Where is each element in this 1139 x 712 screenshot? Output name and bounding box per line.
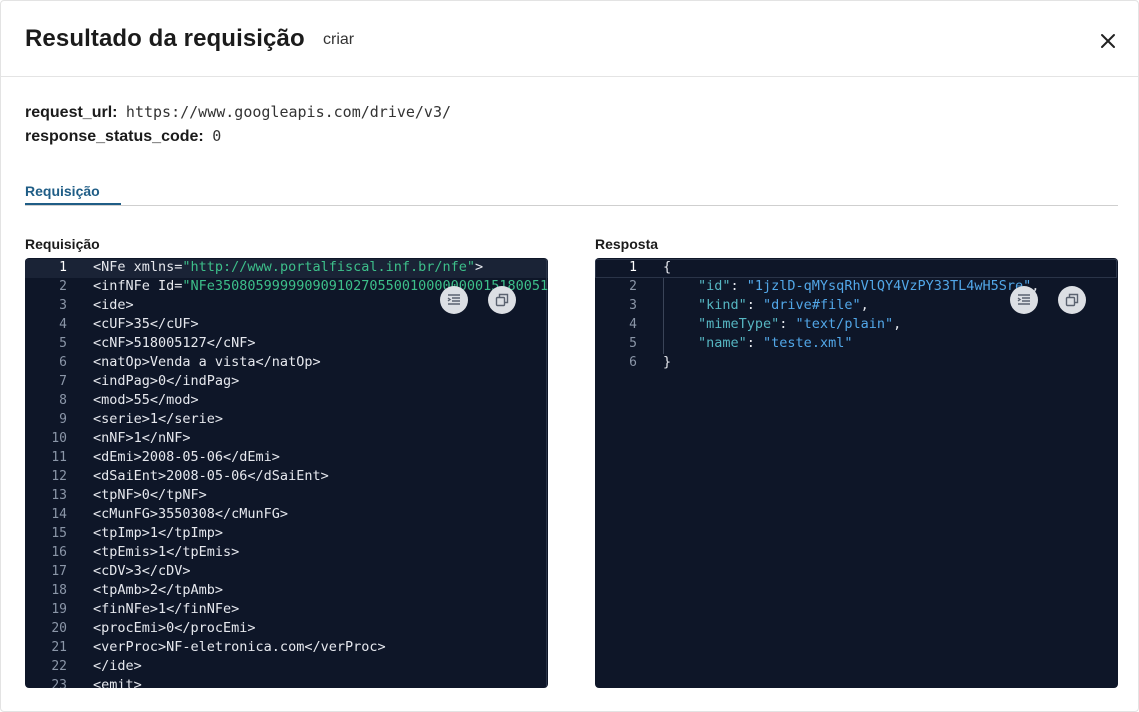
code-line: <NFe xmlns="http://www.portalfiscal.inf.…	[93, 259, 484, 275]
code-line: <cMunFG>3550308</cMunFG>	[93, 506, 289, 522]
line-number: 13	[51, 488, 67, 503]
json-entry: "id": "1jzlD-qMYsqRhVlQY4VzPY33TL4wH5Sre…	[698, 278, 1040, 294]
format-icon	[447, 294, 460, 305]
close-button[interactable]	[1097, 30, 1119, 52]
request-panel-label: Requisição	[25, 236, 100, 252]
line-number: 1	[629, 260, 637, 275]
response-code-editor[interactable]: 1 2 3 4 5 6 { "id": "1jzlD-qMYsqRhVlQY4VzPY33…	[595, 258, 1118, 688]
request-url-value: https://www.googleapis.com/drive/v3/	[125, 103, 452, 121]
code-line: <emit>	[93, 677, 142, 688]
code-line: <nNF>1</nNF>	[93, 430, 191, 446]
code-line: <natOp>Venda a vista</natOp>	[93, 354, 321, 370]
editor-scroll-edge	[546, 258, 547, 688]
line-number: 18	[51, 583, 67, 598]
line-number: 11	[51, 450, 67, 465]
code-line: }	[663, 354, 672, 370]
copy-button[interactable]	[1058, 286, 1086, 314]
format-button[interactable]	[1010, 286, 1038, 314]
code-line: <finNFe>1</finNFe>	[93, 601, 240, 617]
line-number: 6	[59, 355, 67, 370]
tab-requisicao[interactable]: Requisição	[25, 183, 100, 199]
line-number: 7	[59, 374, 67, 389]
close-icon	[1101, 34, 1115, 48]
line-number: 22	[51, 659, 67, 674]
code-line: <cUF>35</cUF>	[93, 316, 199, 332]
json-entry: "mimeType": "text/plain",	[698, 316, 902, 332]
copy-icon	[1065, 293, 1079, 307]
response-panel-label: Resposta	[595, 236, 659, 252]
code-line: </ide>	[93, 658, 142, 674]
status-code-label: response_status_code:	[25, 128, 204, 145]
line-number: 15	[51, 526, 67, 541]
code-line: <cNF>518005127</cNF>	[93, 335, 256, 351]
code-line: <serie>1</serie>	[93, 411, 224, 427]
line-number: 10	[51, 431, 67, 446]
copy-button[interactable]	[488, 286, 516, 314]
code-line: <dEmi>2008-05-06</dEmi>	[93, 449, 280, 465]
line-number: 3	[629, 298, 637, 313]
line-number: 5	[59, 336, 67, 351]
code-line: <cDV>3</cDV>	[93, 563, 191, 579]
line-number: 20	[51, 621, 67, 636]
line-number: 4	[629, 317, 637, 332]
result-modal: Resultado da requisição criar request_ur…	[0, 0, 1139, 712]
request-url-label: request_url:	[25, 104, 118, 121]
request-url-row: request_url: https://www.googleapis.com/…	[25, 103, 451, 122]
modal-title: Resultado da requisição	[25, 25, 305, 52]
line-number: 16	[51, 545, 67, 560]
code-line: <verProc>NF-eletronica.com</verProc>	[93, 639, 386, 655]
format-icon	[1017, 294, 1030, 305]
line-number: 2	[59, 279, 67, 294]
modal-header: Resultado da requisição criar	[1, 1, 1138, 77]
code-line: <infNFe Id="NFe3508059999909091027055001…	[93, 278, 548, 294]
line-number: 19	[51, 602, 67, 617]
request-code-editor[interactable]: 1 2 3 4 5 6 7 8 9 10 11 12 13 14 15 16 17 18 19 20 21 22 23 <N…	[25, 258, 548, 688]
modal-subtitle: criar	[323, 31, 355, 48]
line-number: 8	[59, 393, 67, 408]
line-number: 12	[51, 469, 67, 484]
json-entry: "kind": "drive#file",	[698, 297, 869, 313]
line-number: 5	[629, 336, 637, 351]
code-line: <tpAmb>2</tpAmb>	[93, 582, 224, 598]
line-number: 3	[59, 298, 67, 313]
code-line: <ide>	[93, 297, 134, 313]
indent-guide	[663, 278, 664, 354]
line-number: 21	[51, 640, 67, 655]
code-line: <dSaiEnt>2008-05-06</dSaiEnt>	[93, 468, 329, 484]
status-code-value: 0	[212, 127, 222, 145]
code-line: <tpNF>0</tpNF>	[93, 487, 207, 503]
format-button[interactable]	[440, 286, 468, 314]
copy-icon	[495, 293, 509, 307]
line-number: 6	[629, 355, 637, 370]
line-number: 23	[51, 678, 67, 688]
code-line: {	[663, 259, 672, 275]
tabs-divider	[25, 205, 1118, 206]
json-entry: "name": "teste.xml"	[698, 335, 853, 351]
code-line: <mod>55</mod>	[93, 392, 199, 408]
line-number: 17	[51, 564, 67, 579]
code-line: <tpEmis>1</tpEmis>	[93, 544, 240, 560]
line-number: 9	[59, 412, 67, 427]
code-line: <indPag>0</indPag>	[93, 373, 240, 389]
line-number: 14	[51, 507, 67, 522]
code-line: <tpImp>1</tpImp>	[93, 525, 224, 541]
line-number: 1	[59, 260, 67, 275]
line-number: 4	[59, 317, 67, 332]
code-line: <procEmi>0</procEmi>	[93, 620, 256, 636]
active-line-highlight	[595, 259, 1117, 278]
line-number: 2	[629, 279, 637, 294]
status-code-row: response_status_code: 0	[25, 127, 221, 146]
